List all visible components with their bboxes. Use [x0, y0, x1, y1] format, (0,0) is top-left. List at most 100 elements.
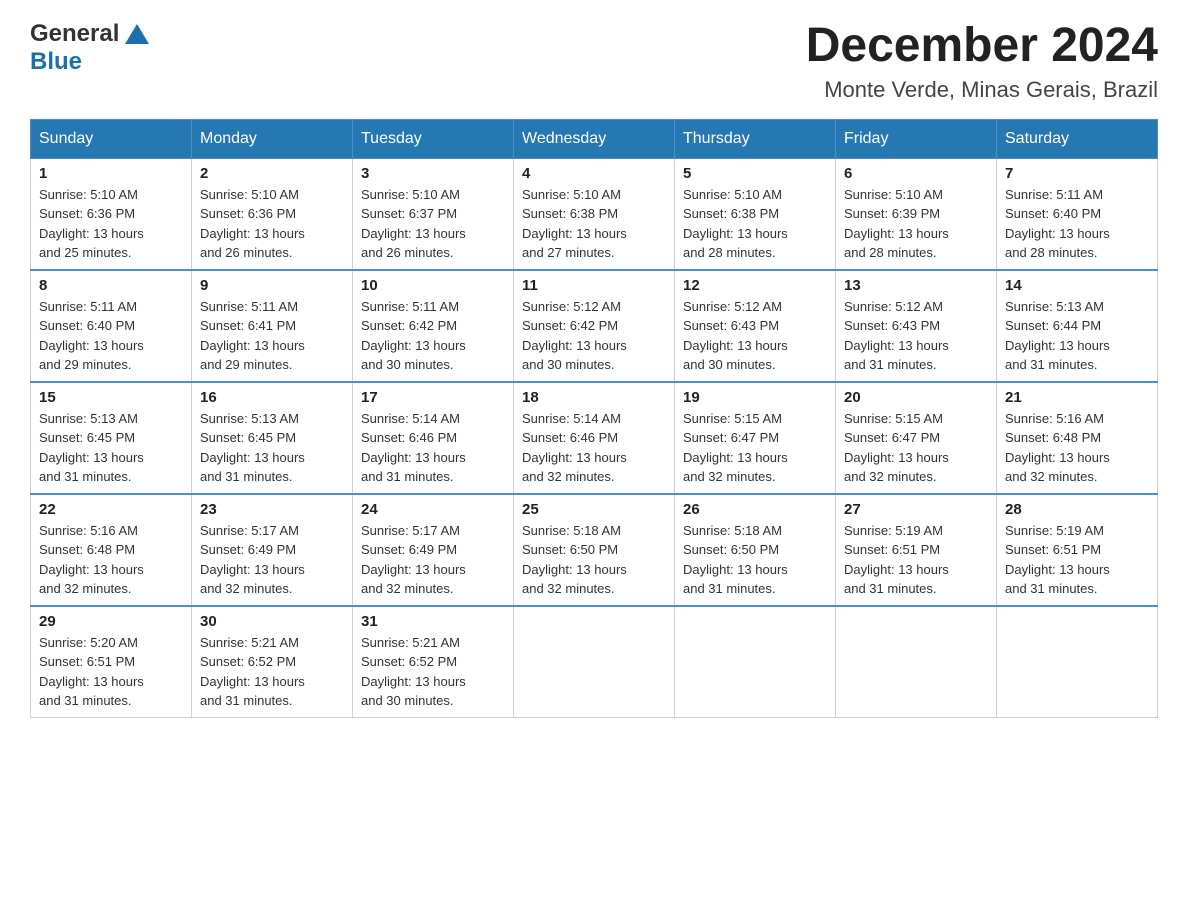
day-number: 22	[39, 501, 183, 518]
calendar-cell: 11 Sunrise: 5:12 AMSunset: 6:42 PMDayligh…	[514, 270, 675, 382]
calendar-cell: 31Sunrise: 5:21 AMSunset: 6:52 PMDayligh…	[353, 606, 514, 718]
calendar-cell: 29Sunrise: 5:20 AMSunset: 6:51 PMDayligh…	[31, 606, 192, 718]
day-info: Sunrise: 5:12 AMSunset: 6:43 PMDaylight:…	[844, 297, 988, 375]
day-number: 31	[361, 613, 505, 630]
day-info: Sunrise: 5:14 AMSunset: 6:46 PMDaylight:…	[522, 409, 666, 487]
calendar-cell: 16Sunrise: 5:13 AMSunset: 6:45 PMDayligh…	[192, 382, 353, 494]
calendar-cell: 4Sunrise: 5:10 AMSunset: 6:38 PMDaylight…	[514, 158, 675, 270]
calendar-cell: 2 Sunrise: 5:10 AMSunset: 6:36 PMDaylight…	[192, 158, 353, 270]
day-info: Sunrise: 5:11 AMSunset: 6:40 PMDaylight:…	[39, 297, 183, 375]
calendar-cell: 20 Sunrise: 5:15 AMSunset: 6:47 PMDayligh…	[836, 382, 997, 494]
day-info: Sunrise: 5:15 AMSunset: 6:47 PMDaylight:…	[844, 409, 988, 487]
day-number: 15	[39, 389, 183, 406]
day-info: Sunrise: 5:10 AMSunset: 6:39 PMDaylight:…	[844, 185, 988, 263]
calendar-header-row: SundayMondayTuesdayWednesdayThursdayFrid…	[31, 119, 1158, 158]
day-info: Sunrise: 5:16 AMSunset: 6:48 PMDaylight:…	[39, 521, 183, 599]
day-info: Sunrise: 5:13 AMSunset: 6:44 PMDaylight:…	[1005, 297, 1149, 375]
calendar-cell	[675, 606, 836, 718]
day-number: 3	[361, 165, 505, 182]
day-number: 27	[844, 501, 988, 518]
day-number: 12	[683, 277, 827, 294]
day-number: 20	[844, 389, 988, 406]
day-info: Sunrise: 5:12 AMSunset: 6:42 PMDaylight:…	[522, 297, 666, 375]
calendar-header-wednesday: Wednesday	[514, 119, 675, 158]
day-number: 13	[844, 277, 988, 294]
day-number: 25	[522, 501, 666, 518]
day-info: Sunrise: 5:18 AMSunset: 6:50 PMDaylight:…	[683, 521, 827, 599]
calendar-cell: 8 Sunrise: 5:11 AMSunset: 6:40 PMDaylight…	[31, 270, 192, 382]
day-info: Sunrise: 5:11 AMSunset: 6:42 PMDaylight:…	[361, 297, 505, 375]
day-info: Sunrise: 5:17 AMSunset: 6:49 PMDaylight:…	[200, 521, 344, 599]
calendar-cell: 14 Sunrise: 5:13 AMSunset: 6:44 PMDayligh…	[997, 270, 1158, 382]
day-number: 5	[683, 165, 827, 182]
day-number: 26	[683, 501, 827, 518]
calendar-cell: 12 Sunrise: 5:12 AMSunset: 6:43 PMDayligh…	[675, 270, 836, 382]
day-number: 1	[39, 165, 183, 182]
logo-blue-text: Blue	[30, 48, 82, 75]
day-info: Sunrise: 5:13 AMSunset: 6:45 PMDaylight:…	[39, 409, 183, 487]
calendar-cell: 27Sunrise: 5:19 AMSunset: 6:51 PMDayligh…	[836, 494, 997, 606]
calendar-header-friday: Friday	[836, 119, 997, 158]
day-number: 9	[200, 277, 344, 294]
calendar-cell: 10Sunrise: 5:11 AMSunset: 6:42 PMDayligh…	[353, 270, 514, 382]
logo-triangle-right-icon	[137, 24, 149, 44]
calendar-cell: 1 Sunrise: 5:10 AMSunset: 6:36 PMDaylight…	[31, 158, 192, 270]
calendar-week-1: 1 Sunrise: 5:10 AMSunset: 6:36 PMDaylight…	[31, 158, 1158, 270]
logo-triangle-left-icon	[125, 24, 137, 44]
page-subtitle: Monte Verde, Minas Gerais, Brazil	[806, 77, 1158, 103]
day-number: 6	[844, 165, 988, 182]
calendar-cell	[836, 606, 997, 718]
day-info: Sunrise: 5:10 AMSunset: 6:38 PMDaylight:…	[683, 185, 827, 263]
calendar-cell: 25 Sunrise: 5:18 AMSunset: 6:50 PMDayligh…	[514, 494, 675, 606]
calendar-cell: 9 Sunrise: 5:11 AMSunset: 6:41 PMDaylight…	[192, 270, 353, 382]
calendar-cell: 13 Sunrise: 5:12 AMSunset: 6:43 PMDayligh…	[836, 270, 997, 382]
calendar-header-monday: Monday	[192, 119, 353, 158]
day-info: Sunrise: 5:10 AMSunset: 6:36 PMDaylight:…	[200, 185, 344, 263]
day-number: 11	[522, 277, 666, 294]
day-number: 4	[522, 165, 666, 182]
calendar-header-sunday: Sunday	[31, 119, 192, 158]
day-info: Sunrise: 5:18 AMSunset: 6:50 PMDaylight:…	[522, 521, 666, 599]
day-number: 29	[39, 613, 183, 630]
day-number: 28	[1005, 501, 1149, 518]
calendar-week-3: 15 Sunrise: 5:13 AMSunset: 6:45 PMDayligh…	[31, 382, 1158, 494]
calendar-cell: 3 Sunrise: 5:10 AMSunset: 6:37 PMDaylight…	[353, 158, 514, 270]
day-info: Sunrise: 5:15 AMSunset: 6:47 PMDaylight:…	[683, 409, 827, 487]
day-number: 8	[39, 277, 183, 294]
calendar-week-5: 29Sunrise: 5:20 AMSunset: 6:51 PMDayligh…	[31, 606, 1158, 718]
calendar-cell: 26 Sunrise: 5:18 AMSunset: 6:50 PMDayligh…	[675, 494, 836, 606]
day-number: 14	[1005, 277, 1149, 294]
day-info: Sunrise: 5:17 AMSunset: 6:49 PMDaylight:…	[361, 521, 505, 599]
calendar-cell: 23Sunrise: 5:17 AMSunset: 6:49 PMDayligh…	[192, 494, 353, 606]
day-info: Sunrise: 5:11 AMSunset: 6:41 PMDaylight:…	[200, 297, 344, 375]
day-info: Sunrise: 5:10 AMSunset: 6:36 PMDaylight:…	[39, 185, 183, 263]
day-info: Sunrise: 5:19 AMSunset: 6:51 PMDaylight:…	[1005, 521, 1149, 599]
logo-general-text: General	[30, 20, 119, 48]
calendar-cell: 18Sunrise: 5:14 AMSunset: 6:46 PMDayligh…	[514, 382, 675, 494]
day-info: Sunrise: 5:14 AMSunset: 6:46 PMDaylight:…	[361, 409, 505, 487]
calendar-cell: 19 Sunrise: 5:15 AMSunset: 6:47 PMDayligh…	[675, 382, 836, 494]
calendar-cell: 21Sunrise: 5:16 AMSunset: 6:48 PMDayligh…	[997, 382, 1158, 494]
day-info: Sunrise: 5:12 AMSunset: 6:43 PMDaylight:…	[683, 297, 827, 375]
day-info: Sunrise: 5:10 AMSunset: 6:37 PMDaylight:…	[361, 185, 505, 263]
calendar-cell: 6 Sunrise: 5:10 AMSunset: 6:39 PMDaylight…	[836, 158, 997, 270]
calendar-cell: 5 Sunrise: 5:10 AMSunset: 6:38 PMDaylight…	[675, 158, 836, 270]
page-header: General Blue December 2024 Monte Verde, …	[30, 20, 1158, 103]
page-title: December 2024	[806, 20, 1158, 73]
day-number: 16	[200, 389, 344, 406]
day-number: 7	[1005, 165, 1149, 182]
calendar-cell: 7Sunrise: 5:11 AMSunset: 6:40 PMDaylight…	[997, 158, 1158, 270]
calendar-cell: 17Sunrise: 5:14 AMSunset: 6:46 PMDayligh…	[353, 382, 514, 494]
calendar-cell: 24Sunrise: 5:17 AMSunset: 6:49 PMDayligh…	[353, 494, 514, 606]
day-number: 2	[200, 165, 344, 182]
day-info: Sunrise: 5:21 AMSunset: 6:52 PMDaylight:…	[200, 633, 344, 711]
calendar-week-2: 8 Sunrise: 5:11 AMSunset: 6:40 PMDaylight…	[31, 270, 1158, 382]
calendar-cell: 22 Sunrise: 5:16 AMSunset: 6:48 PMDayligh…	[31, 494, 192, 606]
day-number: 21	[1005, 389, 1149, 406]
calendar-header-thursday: Thursday	[675, 119, 836, 158]
title-block: December 2024 Monte Verde, Minas Gerais,…	[806, 20, 1158, 103]
day-number: 19	[683, 389, 827, 406]
calendar-week-4: 22 Sunrise: 5:16 AMSunset: 6:48 PMDayligh…	[31, 494, 1158, 606]
calendar-cell	[514, 606, 675, 718]
calendar-cell: 30Sunrise: 5:21 AMSunset: 6:52 PMDayligh…	[192, 606, 353, 718]
